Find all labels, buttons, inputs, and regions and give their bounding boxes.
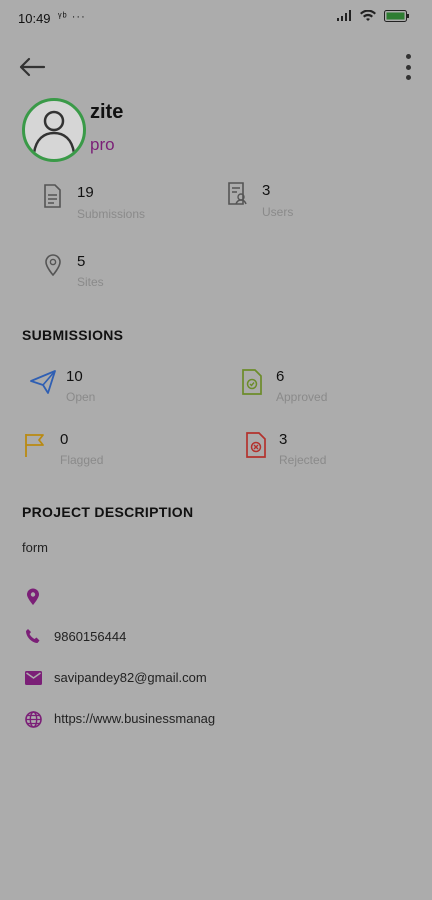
submissions-section-title: SUBMISSIONS [22, 327, 124, 343]
submission-approved-value: 6 [276, 368, 285, 385]
stat-submissions-value: 19 [77, 184, 94, 201]
phone-icon-wrap [25, 628, 41, 649]
rejected-document-icon [246, 432, 266, 458]
submission-rejected-label: Rejected [279, 453, 327, 467]
project-name: zite [90, 101, 124, 123]
email-icon [25, 671, 42, 685]
website-url[interactable]: https://www.businessmanag [54, 711, 215, 726]
email-icon-wrap [25, 671, 42, 690]
stat-sites-value: 5 [77, 253, 86, 270]
more-dot-icon [405, 75, 411, 80]
phone-icon [26, 629, 40, 643]
submission-flagged-label: Flagged [60, 453, 104, 467]
avatar [22, 98, 86, 162]
stat-users-label: Users [262, 205, 294, 219]
stat-users[interactable] [227, 182, 249, 211]
submission-open[interactable] [30, 370, 56, 399]
stat-sites-label: Sites [77, 275, 104, 289]
status-time: 10:49 [18, 11, 51, 26]
flag-icon [25, 434, 44, 457]
approved-document-icon [242, 369, 262, 395]
stat-submissions-label: Submissions [77, 207, 146, 221]
paper-plane-icon [30, 370, 56, 394]
arrow-left-icon [19, 57, 46, 77]
more-dot-icon [405, 54, 411, 59]
status-icons [336, 10, 410, 22]
project-subtitle: pro [90, 135, 115, 154]
location-pin-icon [27, 588, 39, 605]
more-dot-icon [405, 64, 411, 70]
email-address[interactable]: savipandey82@gmail.com [54, 670, 207, 685]
back-button[interactable] [16, 54, 48, 80]
status-notification-icons: ᵞᵇ ··· [58, 11, 86, 23]
submission-open-value: 10 [66, 368, 83, 385]
location-pin-icon [45, 254, 61, 277]
submission-approved-label: Approved [276, 390, 328, 404]
submission-open-label: Open [66, 390, 96, 404]
more-options-button[interactable] [402, 54, 414, 80]
submission-flagged[interactable] [23, 432, 47, 463]
user-avatar-icon [32, 110, 76, 154]
stat-sites[interactable] [44, 252, 62, 281]
phone-number[interactable]: 9860156444 [54, 629, 126, 644]
battery-icon [384, 10, 409, 22]
globe-icon [25, 711, 42, 728]
document-icon [44, 184, 61, 208]
address-row[interactable] [26, 588, 40, 611]
wifi-icon [360, 10, 376, 21]
stat-users-value: 3 [262, 182, 271, 199]
submission-rejected-value: 3 [279, 431, 288, 448]
website-icon-wrap [25, 711, 42, 733]
submission-rejected[interactable] [245, 432, 267, 463]
description-section-title: PROJECT DESCRIPTION [22, 504, 194, 520]
stat-submissions[interactable] [42, 184, 62, 213]
submission-flagged-value: 0 [60, 431, 69, 448]
user-document-icon [228, 182, 247, 205]
project-description: form [22, 540, 48, 555]
signal-icon [337, 10, 351, 21]
submission-approved[interactable] [241, 369, 263, 400]
